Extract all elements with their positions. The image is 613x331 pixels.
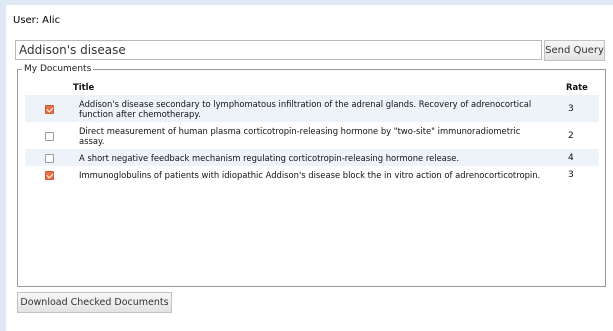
- user-label: User: Alic: [13, 15, 61, 26]
- document-title: A short negative feedback mechanism regu…: [73, 149, 564, 166]
- checkbox-cell: [25, 166, 73, 183]
- title-column-header: Title: [73, 82, 95, 92]
- table-header-row: Title Rate: [25, 79, 599, 95]
- document-rate: 3: [564, 95, 599, 122]
- document-rate: 2: [568, 130, 574, 141]
- documents-table-body: Addison's disease secondary to lymphomat…: [25, 95, 599, 183]
- table-row: A short negative feedback mechanism regu…: [25, 149, 599, 166]
- checkbox-unchecked[interactable]: [44, 153, 54, 163]
- document-title: Immunoglobulins of patients with idiopat…: [79, 170, 541, 180]
- checkbox-cell: [25, 122, 73, 149]
- table-row: Addison's disease secondary to lymphomat…: [25, 95, 599, 122]
- main-panel: User: Alic Send Query My Documents Title…: [6, 5, 613, 331]
- checkbox-checked[interactable]: [44, 170, 54, 180]
- query-input[interactable]: [15, 40, 542, 60]
- rate-column-header: Rate: [566, 82, 588, 92]
- document-title: Addison's disease secondary to lymphomat…: [73, 95, 564, 122]
- my-documents-legend: My Documents: [22, 63, 94, 75]
- checkbox-cell: [25, 95, 73, 122]
- document-rate: 3: [568, 169, 574, 180]
- table-row: Immunoglobulins of patients with idiopat…: [25, 166, 599, 183]
- document-rate: 4: [564, 149, 599, 166]
- send-query-button[interactable]: Send Query: [544, 40, 605, 61]
- download-checked-button[interactable]: Download Checked Documents: [17, 292, 172, 313]
- checkbox-checked[interactable]: [44, 104, 54, 114]
- table-row: Direct measurement of human plasma corti…: [25, 122, 599, 149]
- documents-table: Title Rate Addison's disease secondary t…: [25, 79, 599, 183]
- my-documents-fieldset: My Documents Title Rate Addison's diseas…: [17, 63, 606, 287]
- checkbox-column-header: [25, 79, 73, 95]
- checkbox-cell: [25, 149, 73, 166]
- checkbox-unchecked[interactable]: [44, 131, 54, 141]
- document-title: Direct measurement of human plasma corti…: [79, 126, 521, 146]
